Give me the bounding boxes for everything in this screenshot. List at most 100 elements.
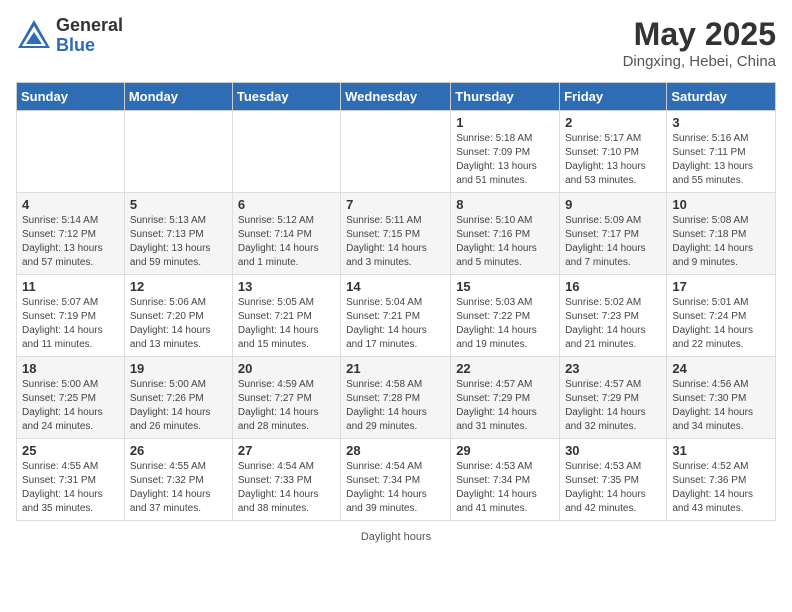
day-info: Sunrise: 5:18 AM Sunset: 7:09 PM Dayligh… [456, 132, 554, 188]
day-info: Sunrise: 5:16 AM Sunset: 7:11 PM Dayligh… [672, 132, 770, 188]
day-number: 3 [672, 115, 770, 130]
logo-general: General [56, 16, 123, 36]
day-info: Sunrise: 4:56 AM Sunset: 7:30 PM Dayligh… [672, 378, 770, 434]
day-info: Sunrise: 4:59 AM Sunset: 7:27 PM Dayligh… [238, 378, 335, 434]
day-info: Sunrise: 5:01 AM Sunset: 7:24 PM Dayligh… [672, 296, 770, 352]
day-number: 2 [565, 115, 661, 130]
calendar-cell [341, 111, 451, 193]
day-info: Sunrise: 5:14 AM Sunset: 7:12 PM Dayligh… [22, 214, 119, 270]
day-info: Sunrise: 5:05 AM Sunset: 7:21 PM Dayligh… [238, 296, 335, 352]
day-number: 26 [130, 443, 227, 458]
calendar-cell: 18 Sunrise: 5:00 AM Sunset: 7:25 PM Dayli… [17, 357, 125, 439]
day-number: 25 [22, 443, 119, 458]
calendar-cell: 29Sunrise: 4:53 AM Sunset: 7:34 PM Dayli… [451, 439, 560, 521]
calendar-cell: 7 Sunrise: 5:11 AM Sunset: 7:15 PM Daylig… [341, 193, 451, 275]
day-number: 15 [456, 279, 554, 294]
column-header-monday: Monday [124, 83, 232, 111]
day-number: 10 [672, 197, 770, 212]
logo: General Blue [16, 16, 123, 56]
day-number: 12 [130, 279, 227, 294]
day-info: Sunrise: 4:54 AM Sunset: 7:34 PM Dayligh… [346, 460, 445, 516]
column-header-thursday: Thursday [451, 83, 560, 111]
calendar-header-row: SundayMondayTuesdayWednesdayThursdayFrid… [17, 83, 776, 111]
calendar-cell: 11Sunrise: 5:07 AM Sunset: 7:19 PM Dayli… [17, 275, 125, 357]
calendar-cell: 27Sunrise: 4:54 AM Sunset: 7:33 PM Dayli… [232, 439, 340, 521]
calendar-week-0: 1 Sunrise: 5:18 AM Sunset: 7:09 PM Daylig… [17, 111, 776, 193]
calendar-cell: 20 Sunrise: 4:59 AM Sunset: 7:27 PM Dayli… [232, 357, 340, 439]
day-info: Sunrise: 5:11 AM Sunset: 7:15 PM Dayligh… [346, 214, 445, 270]
calendar-week-3: 18 Sunrise: 5:00 AM Sunset: 7:25 PM Dayli… [17, 357, 776, 439]
day-info: Sunrise: 5:08 AM Sunset: 7:18 PM Dayligh… [672, 214, 770, 270]
day-number: 22 [456, 361, 554, 376]
day-number: 30 [565, 443, 661, 458]
footer-text: Daylight hours [361, 531, 431, 543]
day-info: Sunrise: 5:06 AM Sunset: 7:20 PM Dayligh… [130, 296, 227, 352]
calendar-cell: 8 Sunrise: 5:10 AM Sunset: 7:16 PM Daylig… [451, 193, 560, 275]
day-number: 21 [346, 361, 445, 376]
page-header: General Blue May 2025 Dingxing, Hebei, C… [16, 16, 776, 70]
day-number: 1 [456, 115, 554, 130]
calendar-cell: 14Sunrise: 5:04 AM Sunset: 7:21 PM Dayli… [341, 275, 451, 357]
day-number: 18 [22, 361, 119, 376]
day-number: 19 [130, 361, 227, 376]
calendar-week-2: 11Sunrise: 5:07 AM Sunset: 7:19 PM Dayli… [17, 275, 776, 357]
calendar-cell [17, 111, 125, 193]
day-info: Sunrise: 4:55 AM Sunset: 7:32 PM Dayligh… [130, 460, 227, 516]
day-number: 20 [238, 361, 335, 376]
day-info: Sunrise: 5:02 AM Sunset: 7:23 PM Dayligh… [565, 296, 661, 352]
calendar-cell: 13 Sunrise: 5:05 AM Sunset: 7:21 PM Dayli… [232, 275, 340, 357]
day-info: Sunrise: 5:13 AM Sunset: 7:13 PM Dayligh… [130, 214, 227, 270]
calendar-cell: 26 Sunrise: 4:55 AM Sunset: 7:32 PM Dayli… [124, 439, 232, 521]
calendar-cell: 22Sunrise: 4:57 AM Sunset: 7:29 PM Dayli… [451, 357, 560, 439]
day-number: 29 [456, 443, 554, 458]
day-info: Sunrise: 5:09 AM Sunset: 7:17 PM Dayligh… [565, 214, 661, 270]
calendar-cell: 30 Sunrise: 4:53 AM Sunset: 7:35 PM Dayli… [560, 439, 667, 521]
logo-text: General Blue [56, 16, 123, 56]
calendar-cell [124, 111, 232, 193]
calendar-cell: 4Sunrise: 5:14 AM Sunset: 7:12 PM Daylig… [17, 193, 125, 275]
day-info: Sunrise: 5:10 AM Sunset: 7:16 PM Dayligh… [456, 214, 554, 270]
column-header-wednesday: Wednesday [341, 83, 451, 111]
day-number: 13 [238, 279, 335, 294]
day-info: Sunrise: 4:54 AM Sunset: 7:33 PM Dayligh… [238, 460, 335, 516]
day-number: 11 [22, 279, 119, 294]
calendar-cell: 15Sunrise: 5:03 AM Sunset: 7:22 PM Dayli… [451, 275, 560, 357]
day-number: 7 [346, 197, 445, 212]
calendar-cell: 2Sunrise: 5:17 AM Sunset: 7:10 PM Daylig… [560, 111, 667, 193]
title-block: May 2025 Dingxing, Hebei, China [623, 16, 776, 70]
column-header-saturday: Saturday [667, 83, 776, 111]
calendar-cell: 19 Sunrise: 5:00 AM Sunset: 7:26 PM Dayli… [124, 357, 232, 439]
logo-blue: Blue [56, 36, 123, 56]
column-header-tuesday: Tuesday [232, 83, 340, 111]
day-info: Sunrise: 4:55 AM Sunset: 7:31 PM Dayligh… [22, 460, 119, 516]
day-number: 8 [456, 197, 554, 212]
calendar-cell: 25 Sunrise: 4:55 AM Sunset: 7:31 PM Dayli… [17, 439, 125, 521]
day-info: Sunrise: 4:58 AM Sunset: 7:28 PM Dayligh… [346, 378, 445, 434]
day-number: 31 [672, 443, 770, 458]
calendar-cell: 10 Sunrise: 5:08 AM Sunset: 7:18 PM Dayli… [667, 193, 776, 275]
day-info: Sunrise: 5:04 AM Sunset: 7:21 PM Dayligh… [346, 296, 445, 352]
day-info: Sunrise: 5:00 AM Sunset: 7:26 PM Dayligh… [130, 378, 227, 434]
calendar-cell [232, 111, 340, 193]
calendar-cell: 28 Sunrise: 4:54 AM Sunset: 7:34 PM Dayli… [341, 439, 451, 521]
calendar-cell: 1 Sunrise: 5:18 AM Sunset: 7:09 PM Daylig… [451, 111, 560, 193]
calendar-cell: 31Sunrise: 4:52 AM Sunset: 7:36 PM Dayli… [667, 439, 776, 521]
day-info: Sunrise: 5:00 AM Sunset: 7:25 PM Dayligh… [22, 378, 119, 434]
calendar-cell: 17Sunrise: 5:01 AM Sunset: 7:24 PM Dayli… [667, 275, 776, 357]
calendar-cell: 24Sunrise: 4:56 AM Sunset: 7:30 PM Dayli… [667, 357, 776, 439]
footer: Daylight hours [16, 531, 776, 543]
calendar-cell: 3 Sunrise: 5:16 AM Sunset: 7:11 PM Daylig… [667, 111, 776, 193]
month-title: May 2025 [623, 16, 776, 53]
day-number: 5 [130, 197, 227, 212]
day-info: Sunrise: 4:57 AM Sunset: 7:29 PM Dayligh… [565, 378, 661, 434]
column-header-sunday: Sunday [17, 83, 125, 111]
day-number: 16 [565, 279, 661, 294]
day-info: Sunrise: 4:53 AM Sunset: 7:35 PM Dayligh… [565, 460, 661, 516]
calendar-week-1: 4Sunrise: 5:14 AM Sunset: 7:12 PM Daylig… [17, 193, 776, 275]
calendar-table: SundayMondayTuesdayWednesdayThursdayFrid… [16, 82, 776, 521]
calendar-cell: 6Sunrise: 5:12 AM Sunset: 7:14 PM Daylig… [232, 193, 340, 275]
day-info: Sunrise: 5:12 AM Sunset: 7:14 PM Dayligh… [238, 214, 335, 270]
day-number: 28 [346, 443, 445, 458]
calendar-cell: 9Sunrise: 5:09 AM Sunset: 7:17 PM Daylig… [560, 193, 667, 275]
calendar-week-4: 25 Sunrise: 4:55 AM Sunset: 7:31 PM Dayli… [17, 439, 776, 521]
